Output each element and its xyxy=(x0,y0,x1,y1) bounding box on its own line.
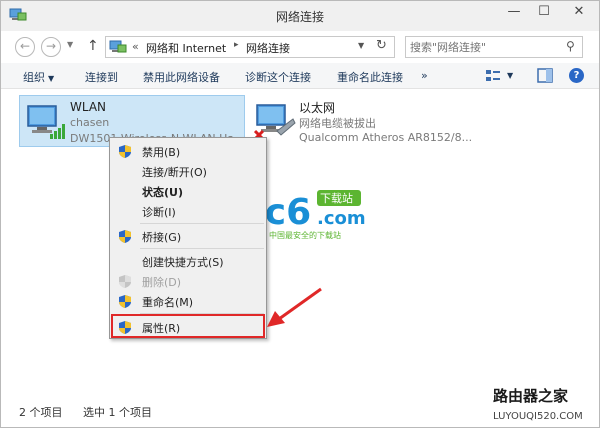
connection-network: 网络电缆被拔出 xyxy=(299,117,376,130)
shield-icon xyxy=(119,295,131,308)
connection-name: WLAN xyxy=(70,100,107,114)
recent-locations-chevron-icon[interactable]: ▼ xyxy=(67,40,73,49)
back-button[interactable]: ← xyxy=(15,37,35,57)
menu-item-label: 连接/断开(O) xyxy=(142,166,207,179)
menu-item-status[interactable]: 状态(U) xyxy=(110,181,266,201)
preview-pane-icon[interactable] xyxy=(537,68,553,83)
ethernet-adapter-icon xyxy=(253,104,296,141)
title-bar: 网络连接 — ☐ ✕ xyxy=(1,1,599,31)
navigation-bar: ← → ▼ ↑ « 网络和 Internet ▸ 网络连接 ▼ ↻ ⚲ xyxy=(1,31,599,63)
disable-device-button[interactable]: 禁用此网络设备 xyxy=(143,69,220,85)
menu-item-label: 删除(D) xyxy=(142,276,182,289)
address-dropdown-icon[interactable]: ▼ xyxy=(358,41,364,50)
pc6-tagline-text: 中国最安全的下载站 xyxy=(269,230,341,240)
search-input[interactable] xyxy=(410,39,560,55)
pc6-com-text: .com xyxy=(317,208,366,229)
network-folder-icon xyxy=(109,40,127,53)
connection-network: chasen xyxy=(70,116,110,129)
help-icon[interactable]: ? xyxy=(569,68,584,83)
annotation-arrow-icon xyxy=(267,287,322,327)
shield-icon xyxy=(119,275,131,288)
minimize-button[interactable]: — xyxy=(499,1,529,25)
menu-item-create-shortcut[interactable]: 创建快捷方式(S) xyxy=(110,251,266,271)
change-view-icon[interactable] xyxy=(485,69,501,83)
menu-item-connect-disconnect[interactable]: 连接/断开(O) xyxy=(110,161,266,181)
menu-item-label: 诊断(I) xyxy=(142,206,176,219)
connection-ethernet[interactable]: 以太网 网络电缆被拔出 Qualcomm Atheros AR8152/8... xyxy=(249,95,471,147)
menu-item-diagnose[interactable]: 诊断(I) xyxy=(110,201,266,221)
menu-item-label: 禁用(B) xyxy=(142,146,181,159)
breadcrumb-network-connections[interactable]: 网络连接 xyxy=(246,40,290,56)
connection-device: Qualcomm Atheros AR8152/8... xyxy=(299,131,471,144)
refresh-icon[interactable]: ↻ xyxy=(376,38,387,53)
selected-count: 选中 1 个项目 xyxy=(83,406,152,419)
highlight-box xyxy=(111,314,265,338)
breadcrumb-separator-icon[interactable]: ▸ xyxy=(234,40,239,50)
context-menu: 禁用(B) 连接/断开(O) 状态(U) 诊断(I) 桥接(G) 创建快捷方式(… xyxy=(109,137,267,339)
menu-item-label: 重命名(M) xyxy=(142,296,194,309)
shield-icon xyxy=(119,230,131,243)
maximize-button[interactable]: ☐ xyxy=(529,1,559,25)
menu-item-delete: 删除(D) xyxy=(110,271,266,291)
rename-button[interactable]: 重命名此连接 xyxy=(337,69,403,85)
search-box[interactable]: ⚲ xyxy=(405,36,583,58)
pc6-badge-text: 下载站 xyxy=(320,191,353,205)
address-bar[interactable]: « 网络和 Internet ▸ 网络连接 ▼ ↻ xyxy=(105,36,395,58)
menu-item-rename[interactable]: 重命名(M) xyxy=(110,291,266,311)
menu-item-disable[interactable]: 禁用(B) xyxy=(110,141,266,161)
up-button[interactable]: ↑ xyxy=(87,38,99,54)
more-commands-button[interactable]: » xyxy=(421,69,428,82)
close-button[interactable]: ✕ xyxy=(559,1,599,25)
menu-item-label: 桥接(G) xyxy=(142,231,182,244)
address-chevron-icon[interactable]: « xyxy=(132,40,139,53)
view-options-chevron-icon[interactable]: ▼ xyxy=(507,71,513,80)
wireless-adapter-icon xyxy=(27,105,65,139)
search-icon[interactable]: ⚲ xyxy=(566,39,575,53)
chevron-down-icon: ▼ xyxy=(48,74,55,83)
connections-list: WLAN chasen DW1501 Wireless-N WLAN Ha 以太… xyxy=(1,89,599,399)
shield-icon xyxy=(119,145,131,158)
command-bar: 组织 ▼ 连接到 禁用此网络设备 诊断这个连接 重命名此连接 » ▼ ? xyxy=(1,63,599,89)
organize-menu[interactable]: 组织 ▼ xyxy=(23,69,54,85)
watermark-url-text: LUYOUQI520.COM xyxy=(493,411,583,422)
menu-item-label: 创建快捷方式(S) xyxy=(142,256,224,269)
breadcrumb-network-internet[interactable]: 网络和 Internet xyxy=(146,40,226,56)
watermark-brand-text: 路由器之家 xyxy=(493,387,569,405)
connect-to-button[interactable]: 连接到 xyxy=(85,69,118,85)
connection-name: 以太网 xyxy=(299,101,336,115)
menu-item-label: 状态(U) xyxy=(142,186,183,199)
menu-separator xyxy=(140,223,264,224)
item-count: 2 个项目 xyxy=(19,406,63,419)
organize-label: 组织 xyxy=(23,71,45,84)
diagnose-button[interactable]: 诊断这个连接 xyxy=(245,69,311,85)
menu-item-bridge[interactable]: 桥接(G) xyxy=(110,226,266,246)
luyouqi-watermark: 路由器之家 LUYOUQI520.COM xyxy=(493,385,599,427)
network-connections-window: 网络连接 — ☐ ✕ ← → ▼ ↑ « 网络和 Internet ▸ 网络连接… xyxy=(0,0,600,428)
forward-button[interactable]: → xyxy=(41,37,61,57)
menu-separator xyxy=(140,248,264,249)
